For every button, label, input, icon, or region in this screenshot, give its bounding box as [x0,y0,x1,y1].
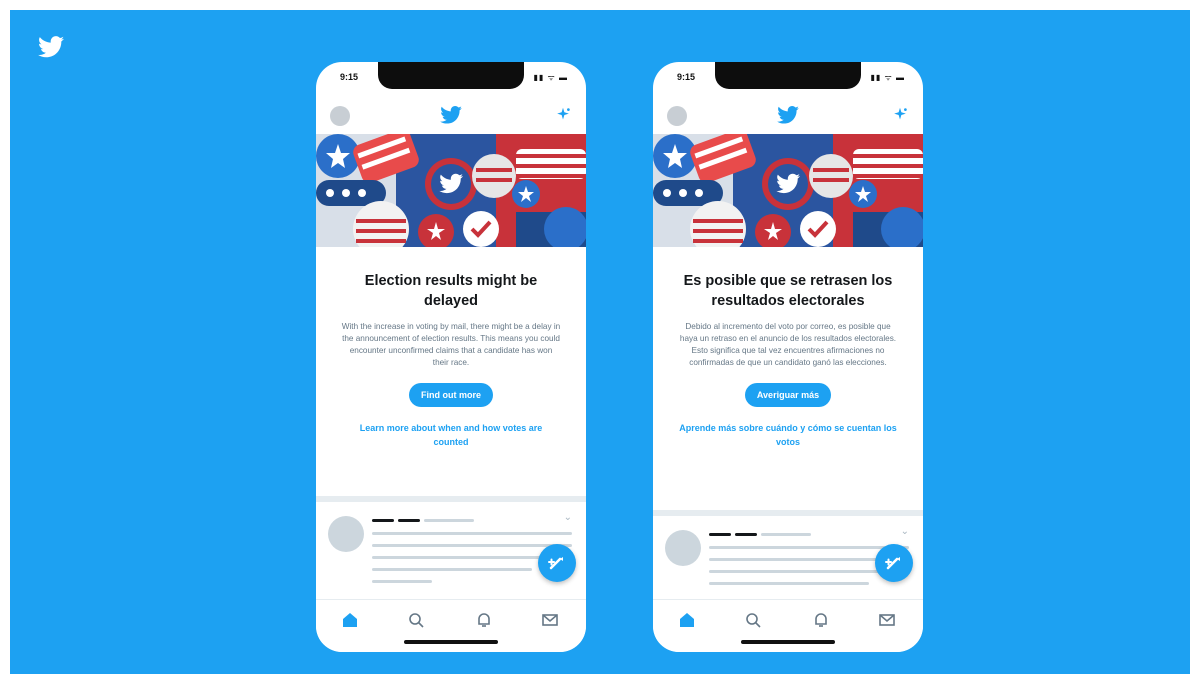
find-out-more-button[interactable]: Find out more [409,383,493,407]
tweet-text-line [709,582,869,585]
twitter-logo-icon [440,106,462,124]
phone-notch [378,62,524,89]
compose-icon [885,557,900,570]
status-icons: ▮▮ ᯤ ▬ [533,73,568,82]
status-icons: ▮▮ ᯤ ▬ [870,73,905,82]
bottom-tab-bar [653,599,923,652]
tweet-avatar [665,530,701,566]
learn-more-link[interactable]: Aprende más sobre cuándo y cómo se cuent… [678,421,898,449]
search-icon[interactable] [406,610,426,630]
home-indicator [741,640,835,644]
compose-tweet-button[interactable] [538,544,576,582]
notifications-icon[interactable] [811,610,831,630]
chevron-down-icon[interactable]: ⌄ [901,526,909,537]
tweet-meta-line [761,533,811,536]
tweet-meta-line [424,519,474,522]
chevron-down-icon[interactable]: ⌄ [564,512,572,523]
status-time: 9:15 [340,72,359,82]
home-icon[interactable] [340,610,360,630]
tweet-text-line [372,568,532,571]
profile-avatar[interactable] [330,106,350,126]
election-banner-illustration [653,134,923,247]
home-icon[interactable] [677,610,697,630]
phone-english: 9:15 ▮▮ ᯤ ▬ Election results might be de… [316,62,586,652]
card-body: With the increase in voting by mail, the… [341,322,561,367]
notifications-icon[interactable] [474,610,494,630]
top-bar [316,100,586,132]
profile-avatar[interactable] [667,106,687,126]
card-title: Es posible que se retrasen los resultado… [683,273,893,309]
tweet-handle-line [735,533,757,536]
tweet-text-line [372,580,432,583]
find-out-more-button[interactable]: Averiguar más [744,383,832,407]
tweet-text-line [372,532,572,535]
bottom-tab-bar [316,599,586,652]
tweet-text-line [709,570,889,573]
tweet-avatar [328,516,364,552]
tweet-text-line [372,556,552,559]
tweet-name-line [709,533,731,536]
card-title: Election results might be delayed [364,273,538,309]
messages-icon[interactable] [877,610,897,630]
learn-more-link[interactable]: Learn more about when and how votes are … [341,421,561,449]
home-indicator [404,640,498,644]
twitter-logo-icon [777,106,799,124]
phone-notch [715,62,861,89]
sparkle-icon[interactable] [891,106,909,124]
tweet-handle-line [398,519,420,522]
messages-icon[interactable] [540,610,560,630]
tweet-name-line [372,519,394,522]
notice-card: Election results might be delayed With t… [316,247,586,449]
sparkle-icon[interactable] [554,106,572,124]
status-time: 9:15 [677,72,696,82]
card-body: Debido al incremento del voto por correo… [679,322,897,367]
twitter-bird-icon [38,36,64,58]
search-icon[interactable] [743,610,763,630]
compose-icon [548,557,563,570]
election-banner-illustration [316,134,586,247]
promo-background: 9:15 ▮▮ ᯤ ▬ Election results might be de… [10,10,1190,674]
compose-tweet-button[interactable] [875,544,913,582]
top-bar [653,100,923,132]
phone-spanish: 9:15 ▮▮ ᯤ ▬ Es posible que se retrasen l… [653,62,923,652]
notice-card: Es posible que se retrasen los resultado… [653,247,923,449]
